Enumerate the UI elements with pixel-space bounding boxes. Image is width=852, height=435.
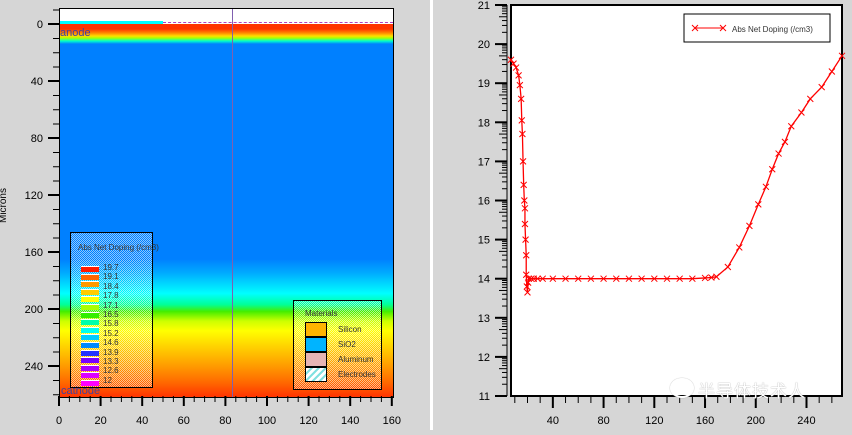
- y-tick-label: 13: [478, 313, 490, 325]
- x-tick-label: 140: [341, 415, 359, 427]
- y-tick-label: 16: [478, 196, 490, 208]
- y-tick-label: 240: [25, 361, 43, 373]
- left-axes: 0 40 80 120 160 200 240 0 20 40 60 80 100 120 140 160: [25, 9, 401, 427]
- x-tick-label: 20: [94, 415, 106, 427]
- doping-profile-panel: 11 12 13 14 15 16 17 18 19 20 21 40 80 120 160 200 240 Ab…: [436, 0, 852, 430]
- y-tick-label: 80: [31, 133, 43, 145]
- x-tick-label: 200: [747, 415, 765, 427]
- y-tick-label: 18: [478, 117, 490, 129]
- y-tick-label: 200: [25, 304, 43, 316]
- x-tick-label: 80: [597, 415, 609, 427]
- x-tick-label: 120: [645, 415, 663, 427]
- y-tick-label: 19: [478, 78, 490, 90]
- x-tick-label: 0: [56, 415, 62, 427]
- y-tick-label: 11: [479, 391, 490, 403]
- x-tick-label: 160: [383, 415, 401, 427]
- x-tick-label: 60: [178, 415, 190, 427]
- y-tick-label: 15: [478, 235, 490, 247]
- x-tick-label: 40: [547, 415, 559, 427]
- wechat-icon: [670, 378, 694, 398]
- legend-label: Abs Net Doping (/cm3): [732, 25, 813, 34]
- y-tick-label: 120: [25, 190, 43, 202]
- device-cross-section-panel: anode cathode Abs Net Doping (/cm3) 19.7…: [0, 0, 433, 430]
- y-tick-label: 160: [25, 247, 43, 259]
- plot-area: [510, 4, 843, 397]
- y-tick-label: 17: [478, 156, 490, 168]
- x-tick-label: 100: [258, 415, 276, 427]
- y-tick-label: 20: [478, 39, 490, 51]
- doping-profile-chart[interactable]: 11 12 13 14 15 16 17 18 19 20 21 40 80 120 160 200 240 Ab…: [436, 0, 852, 430]
- y-tick-label: 14: [478, 274, 490, 286]
- x-tick-label: 40: [136, 415, 148, 427]
- y-tick-label: 0: [37, 19, 43, 31]
- y-tick-label: 40: [31, 76, 43, 88]
- y-tick-label: 12: [478, 352, 490, 364]
- x-tick-label: 80: [219, 415, 231, 427]
- x-tick-label: 160: [696, 415, 714, 427]
- x-tick-label: 120: [299, 415, 317, 427]
- watermark: 半导体技术人: [698, 382, 806, 401]
- y-tick-label: 21: [478, 0, 490, 12]
- x-tick-label: 240: [797, 415, 815, 427]
- chart-legend: Abs Net Doping (/cm3): [683, 13, 831, 43]
